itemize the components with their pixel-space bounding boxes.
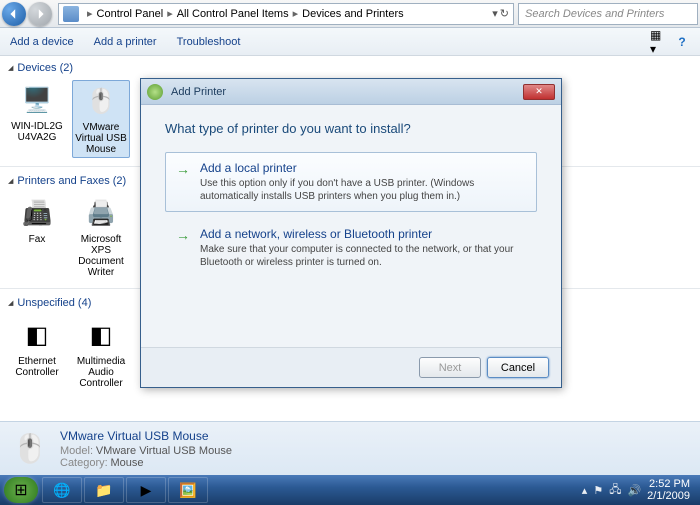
device-item[interactable]: ◧ Ethernet Controller: [8, 315, 66, 391]
tray-network-icon[interactable]: 🖧: [609, 481, 621, 500]
mouse-icon: 🖱️: [10, 429, 50, 469]
refresh-icon[interactable]: ↻: [500, 7, 509, 20]
chevron-right-icon: ▸: [167, 7, 173, 20]
device-icon: 🖨️: [81, 195, 121, 231]
breadcrumb-item[interactable]: All Control Panel Items: [177, 8, 289, 20]
troubleshoot-link[interactable]: Troubleshoot: [177, 36, 241, 48]
tray-flag-icon[interactable]: ⚑: [593, 484, 603, 497]
device-icon: 🖱️: [81, 83, 121, 119]
device-item[interactable]: ◧Multimedia Audio Controller: [72, 315, 130, 391]
breadcrumb[interactable]: ▸ Control Panel ▸ All Control Panel Item…: [58, 3, 514, 25]
nav-back-button[interactable]: [2, 2, 26, 26]
details-model: VMware Virtual USB Mouse: [96, 445, 232, 457]
search-input[interactable]: Search Devices and Printers: [518, 3, 698, 25]
device-item[interactable]: 🖱️VMware Virtual USB Mouse: [72, 80, 130, 158]
device-item[interactable]: 🖨️Microsoft XPS Document Writer: [72, 193, 130, 280]
tray-volume-icon[interactable]: 🔊: [627, 484, 641, 497]
device-icon: 🖥️: [17, 82, 57, 118]
chevron-right-icon: ▸: [293, 7, 299, 20]
breadcrumb-item[interactable]: Devices and Printers: [302, 8, 404, 20]
dropdown-icon[interactable]: ▾: [492, 7, 498, 20]
taskbar-app[interactable]: 🖼️: [168, 477, 208, 503]
close-button[interactable]: ✕: [523, 84, 555, 100]
device-label: Multimedia Audio Controller: [74, 356, 128, 389]
arrow-right-icon: →: [176, 227, 190, 269]
device-label: VMware Virtual USB Mouse: [75, 122, 127, 155]
add-printer-link[interactable]: Add a printer: [94, 36, 157, 48]
chevron-right-icon: ▸: [87, 7, 93, 20]
cancel-button[interactable]: Cancel: [487, 357, 549, 378]
option-title: Add a local printer: [200, 161, 526, 175]
help-icon[interactable]: ?: [674, 34, 690, 50]
details-title: VMware Virtual USB Mouse: [60, 429, 232, 443]
device-icon: ◧: [81, 317, 121, 353]
add-device-link[interactable]: Add a device: [10, 36, 74, 48]
nav-forward-button[interactable]: [28, 2, 52, 26]
printer-option[interactable]: → Add a network, wireless or Bluetooth pr…: [165, 218, 537, 278]
device-icon: 📠: [17, 195, 57, 231]
details-model-label: Model:: [60, 445, 93, 457]
clock-date: 2/1/2009: [647, 490, 690, 502]
nav-bar: ▸ Control Panel ▸ All Control Panel Item…: [0, 0, 700, 28]
details-category-label: Category:: [60, 457, 108, 469]
breadcrumb-item[interactable]: Control Panel: [97, 8, 164, 20]
taskbar-app[interactable]: 🌐: [42, 477, 82, 503]
toolbar: Add a device Add a printer Troubleshoot …: [0, 28, 700, 56]
printer-option[interactable]: → Add a local printer Use this option only…: [165, 152, 537, 212]
taskbar-app[interactable]: ▶: [126, 477, 166, 503]
wizard-back-icon: [147, 84, 163, 100]
clock[interactable]: 2:52 PM 2/1/2009: [647, 478, 690, 502]
dialog-titlebar[interactable]: Add Printer ✕: [141, 79, 561, 105]
device-label: Fax: [10, 234, 64, 245]
details-pane: 🖱️ VMware Virtual USB Mouse Model: VMwar…: [0, 421, 700, 475]
group-header[interactable]: Devices (2): [8, 62, 692, 74]
device-label: WIN-IDL2G U4VA2G: [10, 121, 64, 143]
option-desc: Make sure that your computer is connecte…: [200, 243, 526, 269]
option-desc: Use this option only if you don't have a…: [200, 177, 526, 203]
next-button[interactable]: Next: [419, 357, 481, 378]
device-label: Ethernet Controller: [10, 356, 64, 378]
arrow-right-icon: →: [176, 161, 190, 203]
view-options-icon[interactable]: ▦ ▾: [650, 34, 666, 50]
taskbar-app[interactable]: 📁: [84, 477, 124, 503]
add-printer-dialog: Add Printer ✕ What type of printer do yo…: [140, 78, 562, 388]
option-title: Add a network, wireless or Bluetooth pri…: [200, 227, 526, 241]
device-item[interactable]: 📠 Fax: [8, 193, 66, 280]
system-tray[interactable]: ▴ ⚑ 🖧 🔊 2:52 PM 2/1/2009: [582, 478, 696, 502]
device-label: Microsoft XPS Document Writer: [74, 234, 128, 278]
taskbar[interactable]: ⊞ 🌐📁▶🖼️ ▴ ⚑ 🖧 🔊 2:52 PM 2/1/2009: [0, 475, 700, 505]
dialog-title: Add Printer: [171, 86, 226, 98]
tray-show-hidden-icon[interactable]: ▴: [582, 484, 588, 497]
device-item[interactable]: 🖥️ WIN-IDL2G U4VA2G: [8, 80, 66, 158]
dialog-heading: What type of printer do you want to inst…: [165, 121, 537, 136]
dialog-footer: Next Cancel: [141, 347, 561, 387]
device-icon: ◧: [17, 317, 57, 353]
start-button[interactable]: ⊞: [4, 477, 38, 503]
details-category: Mouse: [110, 457, 143, 469]
clock-time: 2:52 PM: [647, 478, 690, 490]
breadcrumb-root-icon: [63, 6, 79, 22]
